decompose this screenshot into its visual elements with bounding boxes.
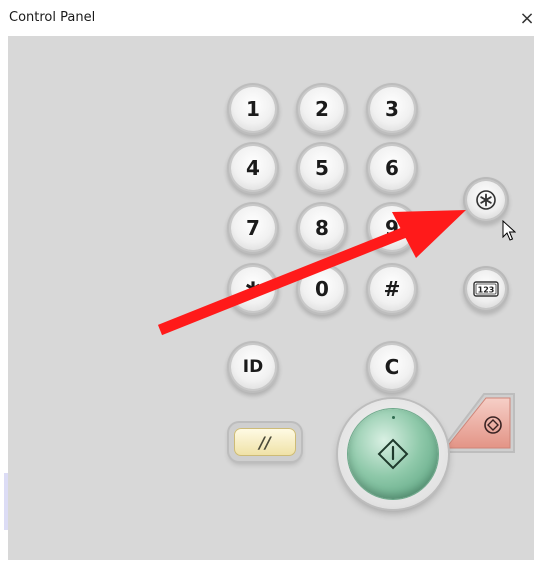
- clear-button-label: C: [384, 355, 400, 379]
- key-2-label: 2: [315, 97, 329, 121]
- key-7-label: 7: [246, 216, 260, 240]
- key-7[interactable]: 7: [231, 206, 275, 250]
- reset-label: //: [259, 432, 271, 452]
- counter-icon: 123: [473, 281, 499, 297]
- key-1-label: 1: [246, 97, 260, 121]
- key-8-label: 8: [315, 216, 329, 240]
- key-0-label: 0: [315, 277, 329, 301]
- start-diamond-icon: [377, 438, 409, 470]
- key-2[interactable]: 2: [300, 87, 344, 131]
- stop-button[interactable]: [436, 392, 518, 456]
- asterisk-circle-icon: [476, 190, 496, 210]
- id-button-label: ID: [242, 356, 264, 377]
- key-0[interactable]: 0: [300, 267, 344, 311]
- key-6[interactable]: 6: [370, 146, 414, 190]
- counter-label: 123: [478, 286, 495, 295]
- title-bar: Control Panel ×: [0, 0, 544, 36]
- start-button-face: [348, 409, 438, 499]
- key-4-label: 4: [246, 156, 260, 180]
- key-hash[interactable]: #: [370, 267, 414, 311]
- mouse-cursor-icon: [502, 220, 516, 241]
- close-button[interactable]: ×: [514, 5, 540, 31]
- control-panel-window: Control Panel × 1 2 3 4 5 6 7 8 9 ✱ 0 # …: [0, 0, 544, 561]
- key-star-label: ✱: [244, 277, 262, 301]
- key-3[interactable]: 3: [370, 87, 414, 131]
- key-9-label: 9: [385, 216, 399, 240]
- counter-button[interactable]: 123: [467, 270, 505, 308]
- clear-button[interactable]: C: [370, 345, 414, 389]
- window-title: Control Panel: [9, 10, 96, 25]
- start-button[interactable]: [338, 399, 448, 509]
- settings-button[interactable]: [467, 181, 505, 219]
- device-panel: 1 2 3 4 5 6 7 8 9 ✱ 0 # ID C 123 //: [8, 36, 534, 560]
- key-5[interactable]: 5: [300, 146, 344, 190]
- reset-button-face: //: [234, 428, 296, 456]
- key-5-label: 5: [315, 156, 329, 180]
- key-8[interactable]: 8: [300, 206, 344, 250]
- key-9[interactable]: 9: [370, 206, 414, 250]
- key-1[interactable]: 1: [231, 87, 275, 131]
- key-3-label: 3: [385, 97, 399, 121]
- key-6-label: 6: [385, 156, 399, 180]
- key-hash-label: #: [383, 277, 401, 301]
- id-button[interactable]: ID: [231, 345, 275, 389]
- start-indicator: [392, 416, 395, 419]
- reset-button[interactable]: //: [229, 423, 301, 461]
- stop-button-shape: [437, 393, 515, 453]
- key-star[interactable]: ✱: [231, 267, 275, 311]
- key-4[interactable]: 4: [231, 146, 275, 190]
